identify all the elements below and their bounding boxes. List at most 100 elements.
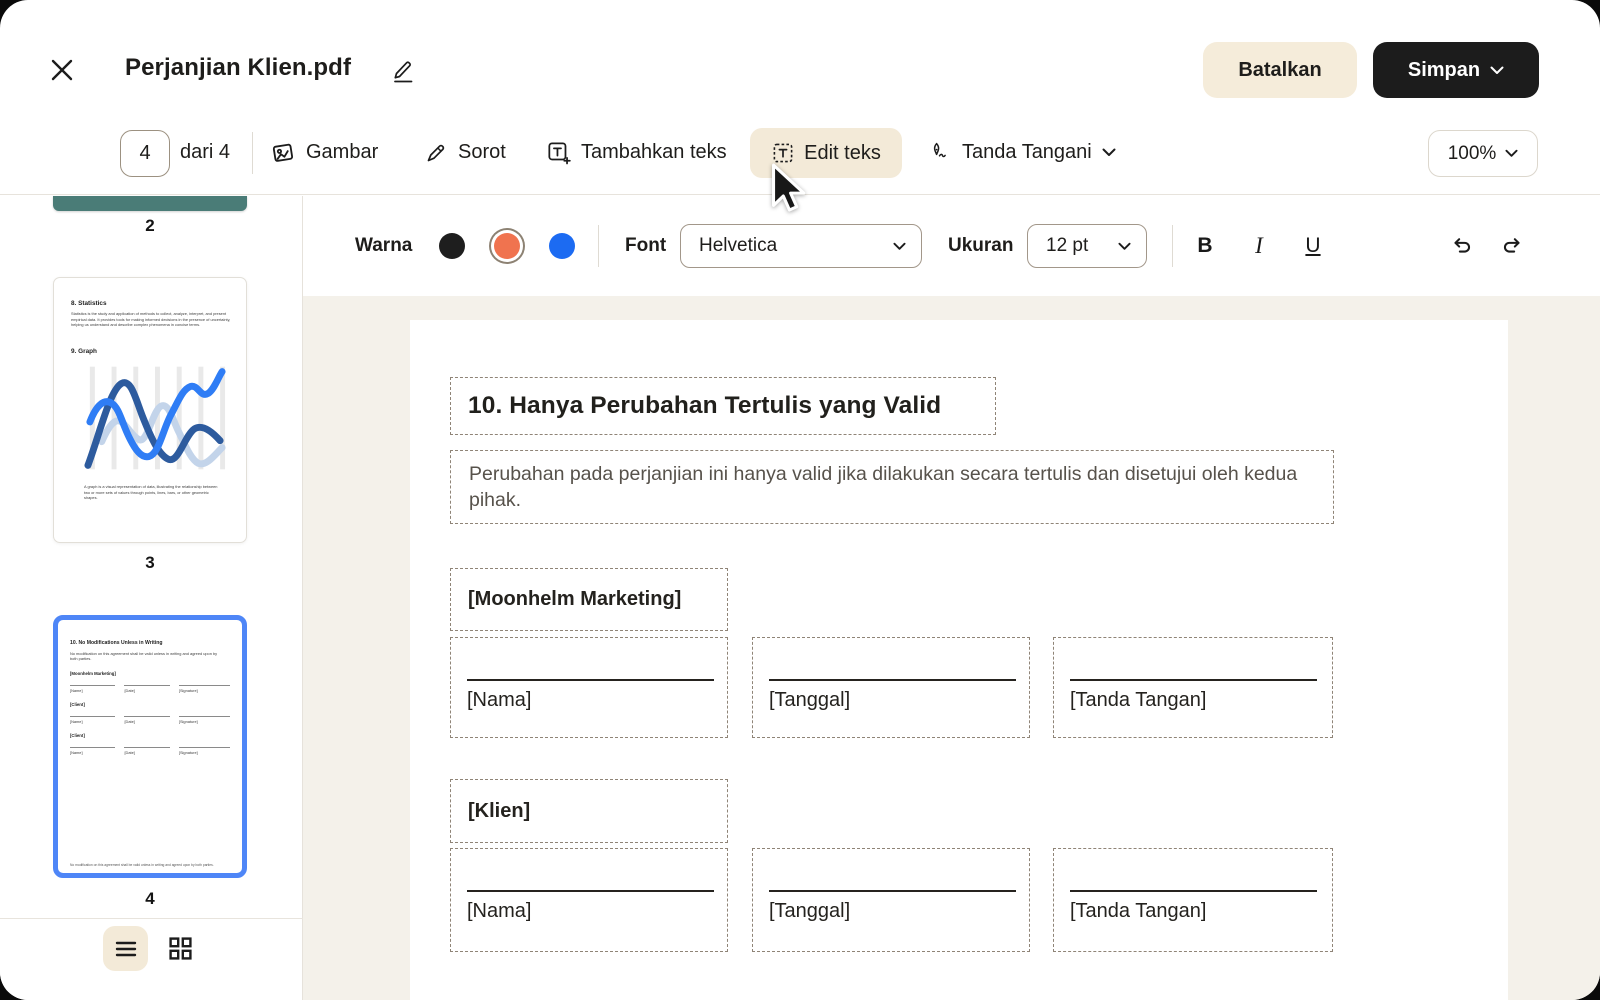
page-number-input[interactable]: 4 — [120, 130, 170, 177]
date-label: [Tanggal] — [769, 900, 850, 923]
grid-view-button[interactable] — [158, 926, 203, 971]
sign-tool-button[interactable]: Tanda Tangani — [928, 110, 1116, 195]
boxed-T-plus-icon — [546, 140, 571, 165]
name-label: [Nama] — [467, 900, 531, 923]
undo-icon[interactable] — [1449, 234, 1475, 260]
color-swatch-blue[interactable] — [549, 233, 575, 259]
marker-pen-icon — [424, 141, 448, 165]
editable-party1-box[interactable]: [Moonhelm Marketing] — [450, 568, 728, 631]
thumb3-heading-statistics: 8. Statistics — [71, 300, 107, 307]
divider — [598, 225, 599, 267]
editable-signature-box-signature-1[interactable]: [Tanda Tangan] — [1053, 637, 1333, 738]
redo-icon[interactable] — [1499, 234, 1525, 260]
page-thumbnails-sidebar: 2 8. Statistics Statistics is the study … — [0, 196, 303, 1000]
thumb4-name-label: [Name] — [70, 750, 115, 755]
thumb4-name-label: [Name] — [70, 719, 115, 724]
photo-icon — [270, 140, 296, 166]
chevron-down-icon — [1490, 66, 1504, 75]
editable-signature-box-date-1[interactable]: [Tanggal] — [752, 637, 1030, 738]
thumb4-date-label: [Date] — [124, 750, 169, 755]
page4-thumbnail-selected[interactable]: 10. No Modifications Unless in Writing N… — [53, 615, 247, 878]
editable-signature-box-date-2[interactable]: [Tanggal] — [752, 848, 1030, 952]
underline-button[interactable]: U — [1296, 196, 1330, 296]
editable-heading-box[interactable]: 10. Hanya Perubahan Tertulis yang Valid — [450, 377, 996, 435]
page3-chart-thumbnail — [82, 362, 230, 474]
edit-text-tool-button-active[interactable]: Edit teks — [750, 128, 902, 178]
page2-thumbnail-partial[interactable] — [53, 196, 247, 211]
document-title: Perjanjian Klien.pdf — [125, 54, 351, 82]
thumb3-graph-caption: A graph is a visual representation of da… — [84, 484, 220, 501]
name-label: [Nama] — [467, 689, 531, 712]
thumb4-footer: No modification on this agreement shall … — [70, 863, 230, 867]
pdf-editor-window: Perjanjian Klien.pdf Batalkan Simpan 4 d… — [0, 0, 1600, 1000]
date-label: [Tanggal] — [769, 689, 850, 712]
page3-thumbnail[interactable]: 8. Statistics Statistics is the study an… — [53, 277, 247, 543]
size-label: Ukuran — [948, 196, 1013, 296]
font-select[interactable]: Helvetica — [680, 224, 922, 268]
edit-text-tool-label: Edit teks — [804, 142, 881, 165]
chevron-down-icon — [1102, 148, 1116, 157]
close-icon[interactable] — [48, 56, 76, 84]
grid-icon — [169, 937, 192, 960]
divider — [0, 918, 303, 919]
image-tool-button[interactable]: Gambar — [270, 110, 378, 195]
editable-signature-box-signature-2[interactable]: [Tanda Tangan] — [1053, 848, 1333, 952]
size-select[interactable]: 12 pt — [1027, 224, 1147, 268]
divider — [252, 132, 253, 174]
bold-button[interactable]: B — [1188, 196, 1222, 296]
highlight-tool-button[interactable]: Sorot — [424, 110, 506, 195]
thumb4-signature-row: [Name] [Date] [Signature] — [70, 747, 230, 755]
save-button-label: Simpan — [1408, 59, 1480, 82]
rename-pencil-icon[interactable] — [392, 58, 414, 82]
thumb4-date-label: [Date] — [124, 688, 169, 693]
image-tool-label: Gambar — [306, 141, 378, 164]
add-text-tool-button[interactable]: Tambahkan teks — [546, 110, 727, 195]
thumb4-signature-row: [Name] [Date] [Signature] — [70, 685, 230, 693]
font-select-value: Helvetica — [681, 235, 777, 257]
save-button[interactable]: Simpan — [1373, 42, 1539, 98]
tools-row: 4 dari 4 Gambar — [0, 110, 1600, 195]
color-label: Warna — [355, 196, 412, 296]
thumb4-heading: 10. No Modifications Unless in Writing — [70, 640, 230, 646]
editable-signature-box-name-1[interactable]: [Nama] — [450, 637, 728, 738]
editable-signature-box-name-2[interactable]: [Nama] — [450, 848, 728, 952]
page4-number: 4 — [53, 889, 247, 909]
thumb4-name-label: [Name] — [70, 688, 115, 693]
page2-number: 2 — [53, 216, 247, 236]
thumb4-signature-label: [Signature] — [179, 750, 230, 755]
document-canvas: 10. Hanya Perubahan Tertulis yang Valid … — [303, 296, 1600, 1000]
add-text-tool-label: Tambahkan teks — [581, 141, 727, 164]
list-icon — [115, 941, 137, 957]
thumb3-heading-graph: 9. Graph — [71, 348, 97, 355]
signature-label: [Tanda Tangan] — [1070, 689, 1206, 712]
font-label: Font — [625, 196, 666, 296]
thumb4-signature-row: [Name] [Date] [Signature] — [70, 716, 230, 724]
cancel-button[interactable]: Batalkan — [1203, 42, 1357, 98]
thumb3-statistics-text: Statistics is the study and application … — [71, 311, 231, 328]
highlight-tool-label: Sorot — [458, 141, 506, 164]
page-total-label: dari 4 — [180, 110, 230, 195]
zoom-level-dropdown[interactable]: 100% — [1428, 130, 1538, 177]
chevron-down-icon — [1505, 149, 1518, 158]
size-select-value: 12 pt — [1028, 235, 1088, 257]
zoom-level-value: 100% — [1448, 143, 1497, 165]
signature-label: [Tanda Tangan] — [1070, 900, 1206, 923]
thumb4-signature-label: [Signature] — [179, 719, 230, 724]
page3-number: 3 — [53, 553, 247, 573]
divider — [1172, 225, 1173, 267]
list-view-button-active[interactable] — [103, 926, 148, 971]
color-swatch-orange-selected[interactable] — [494, 233, 520, 259]
thumb4-party2: [Client] — [70, 702, 230, 707]
thumb4-body: No modification on this agreement shall … — [70, 651, 220, 662]
thumb4-signature-label: [Signature] — [179, 688, 230, 693]
thumb4-party3: [Client] — [70, 733, 230, 738]
thumb4-party1: [Moonhelm Marketing] — [70, 671, 230, 676]
editable-party2-box[interactable]: [Klien] — [450, 779, 728, 843]
editable-paragraph-box[interactable]: Perubahan pada perjanjian ini hanya vali… — [450, 450, 1334, 524]
fountain-pen-squiggle-icon — [928, 141, 952, 165]
color-swatch-black[interactable] — [439, 233, 465, 259]
pdf-page-4: 10. Hanya Perubahan Tertulis yang Valid … — [410, 320, 1508, 1000]
italic-button[interactable]: I — [1242, 196, 1276, 296]
sign-tool-label: Tanda Tangani — [962, 141, 1092, 164]
dashed-boxed-T-icon — [771, 141, 795, 165]
